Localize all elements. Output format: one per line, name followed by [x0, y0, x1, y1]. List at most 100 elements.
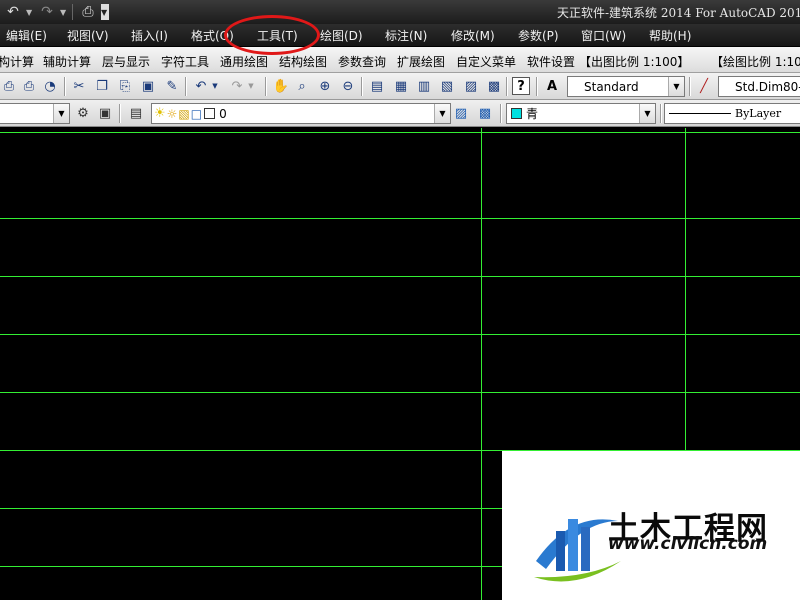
linetype-select[interactable]: ByLayer [664, 103, 800, 124]
tz-structure-draw[interactable]: 结构绘图 [279, 53, 327, 70]
chevron-down-icon[interactable]: ▼ [639, 104, 655, 123]
tz-general-draw[interactable]: 通用绘图 [220, 53, 268, 70]
menu-help[interactable]: 帮助(H) [645, 27, 695, 44]
plot-preview-icon[interactable]: ◔ [41, 77, 59, 95]
pan-icon[interactable]: ✋ [272, 77, 290, 95]
zoom-realtime-icon[interactable]: ⌕ [293, 77, 311, 95]
publish-icon[interactable]: ⎙ [0, 77, 18, 95]
plot-icon[interactable]: ⎙ [20, 77, 38, 95]
paste-icon[interactable]: ⎘ [116, 77, 134, 95]
sun-icon: ☼ [166, 106, 178, 121]
tz-param-query[interactable]: 参数查询 [338, 53, 386, 70]
watermark-url: www.civilcn.com [608, 534, 768, 554]
linetype-sample-line [669, 113, 731, 114]
lock-icon: □ [190, 106, 203, 121]
zoom-previous-icon[interactable]: ⊖ [339, 77, 357, 95]
undo-dropdown-icon[interactable]: ▼ [211, 77, 219, 95]
cyan-color-swatch [511, 108, 522, 119]
zoom-window-icon[interactable]: ⊕ [316, 77, 334, 95]
menu-edit[interactable]: 编辑(E) [2, 27, 51, 44]
match-properties-icon[interactable]: ✎ [163, 77, 181, 95]
make-current-icon[interactable]: ▨ [452, 104, 470, 122]
toolbar-separator [361, 77, 363, 96]
tool-palettes-icon[interactable]: ▥ [415, 77, 433, 95]
undo-icon[interactable]: ↶ [2, 3, 24, 21]
paste-block-icon[interactable]: ▣ [139, 77, 157, 95]
window-title: 天正软件-建筑系统 2014 For AutoCAD 201 [557, 6, 800, 20]
sheet-set-icon[interactable]: ▧ [438, 77, 456, 95]
color-select[interactable]: 青 ▼ [506, 103, 656, 124]
chevron-down-icon[interactable]: ▼ [434, 104, 450, 123]
viewport-freeze-icon: ▧ [178, 106, 190, 121]
gear-icon[interactable]: ⚙ [74, 104, 92, 122]
text-style-icon[interactable]: A [543, 77, 561, 95]
redo-icon[interactable]: ↷ [228, 77, 246, 95]
tz-layer-display[interactable]: 层与显示 [102, 53, 150, 70]
layer-manager-icon[interactable]: ▤ [127, 104, 145, 122]
dim-style-select[interactable]: Std.Dim80-1 [718, 76, 800, 97]
undo-dropdown-icon[interactable]: ▼ [26, 8, 34, 17]
layer-select[interactable]: ☀ ☼ ▧ □ 0 ▼ [151, 103, 451, 124]
redo-dropdown-icon[interactable]: ▼ [60, 8, 68, 17]
tangent-toolbar: 构计算 辅助计算 层与显示 字符工具 通用绘图 结构绘图 参数查询 扩展绘图 自… [0, 47, 800, 73]
help-icon[interactable]: ? [512, 77, 530, 95]
dim-style-value: Std.Dim80-1 [735, 79, 800, 94]
toolbar-separator [506, 77, 508, 96]
toolbar-separator [185, 77, 187, 96]
menu-window[interactable]: 窗口(W) [577, 27, 630, 44]
print-icon[interactable]: ⎙ [77, 3, 99, 21]
toolbar-separator [265, 77, 267, 96]
standard-toolbar: ⎙ ⎙ ◔ ✂ ❐ ⎘ ▣ ✎ ↶ ▼ ↷ ▼ ✋ ⌕ ⊕ ⊖ ▤ ▦ ▥ ▧ … [0, 73, 800, 100]
toolbar-separator [536, 77, 538, 96]
menu-bar: 编辑(E) 视图(V) 插入(I) 格式(O) 工具(T) 绘图(D) 标注(N… [0, 24, 800, 46]
text-style-select[interactable]: Standard ▼ [567, 76, 685, 97]
watermark: 土木工程网 www.civilcn.com [502, 451, 800, 600]
menu-draw[interactable]: 绘图(D) [316, 27, 367, 44]
layer-previous-icon[interactable]: ▩ [476, 104, 494, 122]
title-bar: ↶ ▼ ↷ ▼ ⎙ ▼ 天正软件-建筑系统 2014 For AutoCAD 2… [0, 0, 800, 24]
tz-structure-calc[interactable]: 构计算 [0, 53, 34, 70]
tz-draw-scale[interactable]: 【绘图比例 1:100 [711, 53, 800, 70]
layer-color-swatch [204, 108, 216, 119]
toolbar-separator [119, 104, 121, 123]
menu-tools[interactable]: 工具(T) [253, 27, 302, 44]
tz-software-settings[interactable]: 软件设置 [527, 53, 575, 70]
undo-icon[interactable]: ↶ [192, 77, 210, 95]
dim-style-icon[interactable]: ╱ [695, 77, 713, 95]
qat-separator [72, 4, 73, 20]
menu-format[interactable]: 格式(O) [187, 27, 238, 44]
tz-text-tools[interactable]: 字符工具 [161, 53, 209, 70]
redo-dropdown-icon[interactable]: ▼ [247, 77, 255, 95]
design-center-icon[interactable]: ▦ [392, 77, 410, 95]
menu-modify[interactable]: 修改(M) [447, 27, 499, 44]
layer-name: 0 [219, 106, 227, 121]
text-style-value: Standard [584, 79, 639, 94]
properties-icon[interactable]: ▤ [368, 77, 386, 95]
autocad-window: ↶ ▼ ↷ ▼ ⎙ ▼ 天正软件-建筑系统 2014 For AutoCAD 2… [0, 0, 800, 600]
tz-extended-draw[interactable]: 扩展绘图 [397, 53, 445, 70]
bulb-icon: ☀ [154, 106, 166, 121]
toolbar-separator [660, 104, 662, 123]
qat-customize-icon[interactable]: ▼ [101, 4, 109, 20]
menu-dimension[interactable]: 标注(N) [381, 27, 431, 44]
copy-icon[interactable]: ❐ [93, 77, 111, 95]
tz-aux-calc[interactable]: 辅助计算 [43, 53, 91, 70]
menu-parameters[interactable]: 参数(P) [514, 27, 563, 44]
layer-toolbar: ▼ ⚙ ▣ ▤ ☀ ☼ ▧ □ 0 ▼ ▨ ▩ 青 ▼ ByLayer [0, 100, 800, 127]
markup-icon[interactable]: ▨ [462, 77, 480, 95]
chevron-down-icon[interactable]: ▼ [668, 77, 684, 96]
redo-icon[interactable]: ↷ [36, 3, 58, 21]
workspace-select[interactable]: ▼ [0, 103, 70, 124]
chevron-down-icon[interactable]: ▼ [53, 104, 69, 123]
quick-access-toolbar: ↶ ▼ ↷ ▼ ⎙ ▼ [2, 2, 109, 22]
workspace-settings-icon[interactable]: ▣ [96, 104, 114, 122]
toolbar-separator [500, 104, 502, 123]
tz-output-scale[interactable]: 【出图比例 1:100】 [579, 53, 689, 70]
tz-custom-menu[interactable]: 自定义菜单 [456, 53, 516, 70]
menu-view[interactable]: 视图(V) [63, 27, 113, 44]
menu-insert[interactable]: 插入(I) [127, 27, 172, 44]
color-name: 青 [526, 107, 539, 121]
linetype-value: ByLayer [735, 107, 782, 120]
cut-icon[interactable]: ✂ [70, 77, 88, 95]
calculator-icon[interactable]: ▩ [485, 77, 503, 95]
